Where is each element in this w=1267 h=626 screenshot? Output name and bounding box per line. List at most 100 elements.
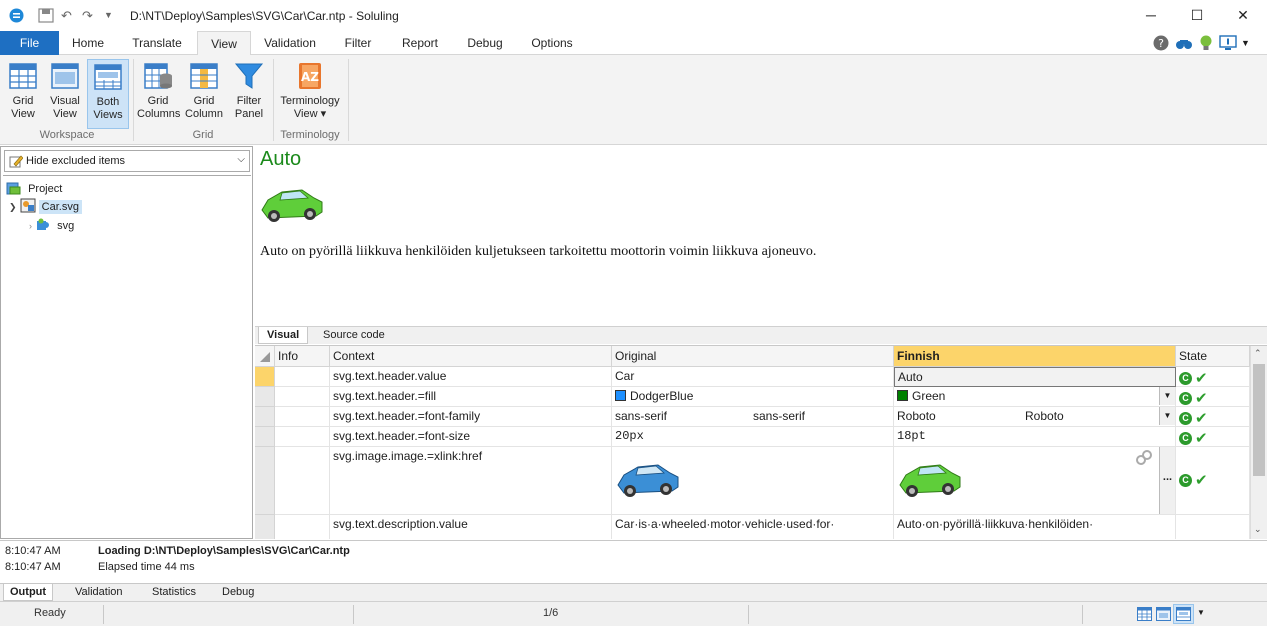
state-cell[interactable] (1176, 515, 1250, 539)
terminology-view-button[interactable]: AZ Terminology View ▾ (277, 59, 343, 129)
dropdown-arrow-icon[interactable]: ▼ (1159, 387, 1175, 405)
tab-source-code[interactable]: Source code (315, 327, 393, 344)
tree-node-car-svg[interactable]: ❯ Car.svg (9, 198, 82, 214)
info-cell[interactable] (275, 407, 330, 427)
finnish-color-dropdown[interactable]: Green ▼ (894, 387, 1176, 407)
original-cell[interactable]: sans-serif sans-serif (612, 407, 894, 427)
filter-panel-button[interactable]: Filter Panel (229, 59, 269, 129)
log-message: Elapsed time 44 ms (98, 561, 195, 573)
state-cell[interactable]: C ✔ (1176, 427, 1250, 447)
status-visual-view-icon[interactable] (1156, 607, 1171, 621)
state-cell[interactable]: C ✔ (1176, 387, 1250, 407)
context-cell[interactable]: svg.text.description.value (330, 515, 612, 539)
row-header[interactable] (255, 515, 275, 539)
dropdown-arrow-icon[interactable]: ▼ (1159, 407, 1175, 425)
output-tabs: Output Validation Statistics Debug (0, 583, 1267, 601)
monitor-info-icon[interactable] (1219, 35, 1237, 51)
chevron-down-icon[interactable]: ▼ (1241, 38, 1250, 48)
binoculars-icon[interactable] (1175, 35, 1193, 51)
row-header[interactable] (255, 427, 275, 447)
save-icon[interactable] (38, 8, 54, 23)
chevron-right-icon[interactable]: › (29, 221, 32, 231)
tab-filter[interactable]: Filter (332, 31, 384, 55)
column-header-info[interactable]: Info (275, 346, 330, 367)
finnish-cell[interactable]: 18pt (894, 427, 1176, 447)
close-button[interactable]: ✕ (1220, 0, 1266, 31)
grid-columns-button[interactable]: Grid Columns (137, 59, 180, 129)
row-header[interactable] (255, 367, 275, 387)
info-cell[interactable] (275, 427, 330, 447)
grid-vertical-scrollbar[interactable]: ⌃ ⌄ (1250, 346, 1267, 539)
original-image-cell[interactable] (612, 447, 894, 515)
column-header-context[interactable]: Context (330, 346, 612, 367)
minimize-button[interactable]: ─ (1128, 0, 1174, 31)
original-cell[interactable]: 20px (612, 427, 894, 447)
visual-view-label-2: View (53, 108, 77, 120)
tab-report[interactable]: Report (394, 31, 446, 55)
info-cell[interactable] (275, 515, 330, 539)
context-cell[interactable]: svg.text.header.=font-size (330, 427, 612, 447)
tab-file[interactable]: File (0, 31, 59, 55)
tab-statistics[interactable]: Statistics (146, 584, 202, 601)
column-header-finnish[interactable]: Finnish (894, 346, 1176, 367)
state-cell[interactable]: C ✔ (1176, 447, 1250, 515)
info-cell[interactable] (275, 447, 330, 515)
info-cell[interactable] (275, 367, 330, 387)
chevron-expanded-icon[interactable]: ❯ (9, 202, 17, 212)
browse-image-button[interactable]: ... (1159, 447, 1175, 514)
info-cell[interactable] (275, 387, 330, 407)
both-views-button[interactable]: Both Views (87, 59, 129, 129)
grid-corner[interactable] (255, 346, 275, 367)
status-grid-view-icon[interactable] (1137, 607, 1152, 621)
state-cell[interactable]: C ✔ (1176, 407, 1250, 427)
original-cell[interactable]: Car (612, 367, 894, 387)
scrollbar-thumb[interactable] (1253, 364, 1265, 476)
tab-output[interactable]: Output (3, 584, 54, 601)
row-header[interactable] (255, 387, 275, 407)
maximize-button[interactable]: ☐ (1174, 0, 1220, 31)
output-log: 8:10:47 AM Loading D:\NT\Deploy\Samples\… (0, 540, 1267, 583)
finnish-cell[interactable]: Auto·on·pyörillä·liikkuva·henkilöiden· (894, 515, 1176, 539)
row-header[interactable] (255, 407, 275, 427)
finnish-image-cell[interactable]: ... (894, 447, 1176, 515)
tree-node-svg[interactable]: › svg (29, 217, 77, 232)
redo-icon[interactable]: ↷ (82, 8, 93, 24)
tab-validation[interactable]: Validation (256, 31, 324, 55)
context-cell[interactable]: svg.image.image.=xlink:href (330, 447, 612, 515)
finnish-font-dropdown[interactable]: Roboto Roboto ▼ (894, 407, 1176, 427)
link-icon[interactable] (1135, 450, 1153, 466)
grid-view-button[interactable]: Grid View (5, 59, 41, 129)
visual-view-button[interactable]: Visual View (45, 59, 85, 129)
column-header-state[interactable]: State (1176, 346, 1250, 367)
context-cell[interactable]: svg.text.header.=font-family (330, 407, 612, 427)
context-cell[interactable]: svg.text.header.=fill (330, 387, 612, 407)
tab-validation-output[interactable]: Validation (69, 584, 129, 601)
tab-debug[interactable]: Debug (459, 31, 511, 55)
tab-translate[interactable]: Translate (122, 31, 192, 55)
translation-input[interactable]: Auto (894, 367, 1176, 387)
state-cell[interactable]: C ✔ (1176, 367, 1250, 387)
quick-access-menu-icon[interactable]: ▼ (104, 10, 113, 20)
tree-node-project[interactable]: Project (6, 181, 65, 195)
exclude-filter-dropdown[interactable]: Hide excluded items ⌵ (4, 150, 250, 172)
tab-options[interactable]: Options (524, 31, 580, 55)
lightbulb-icon[interactable] (1199, 35, 1213, 52)
column-header-original[interactable]: Original (612, 346, 894, 367)
status-both-views-button[interactable] (1173, 604, 1194, 624)
tab-home[interactable]: Home (62, 31, 114, 55)
grid-column-button[interactable]: Grid Column (184, 59, 224, 129)
help-icon[interactable]: ? (1153, 35, 1169, 51)
svg-text:?: ? (1158, 37, 1164, 50)
row-header[interactable] (255, 447, 275, 515)
undo-icon[interactable]: ↶ (61, 8, 72, 24)
tab-view[interactable]: View (197, 31, 251, 56)
view-menu-chevron-icon[interactable]: ▼ (1197, 608, 1205, 617)
log-message: Loading D:\NT\Deploy\Samples\SVG\Car\Car… (98, 545, 350, 557)
original-cell[interactable]: DodgerBlue (612, 387, 894, 407)
context-cell[interactable]: svg.text.header.value (330, 367, 612, 387)
scroll-down-icon[interactable]: ⌄ (1254, 524, 1262, 535)
tab-visual[interactable]: Visual (258, 327, 309, 344)
tab-debug-output[interactable]: Debug (216, 584, 260, 601)
scroll-up-icon[interactable]: ⌃ (1254, 348, 1262, 359)
original-cell[interactable]: Car·is·a·wheeled·motor·vehicle·used·for· (612, 515, 894, 539)
